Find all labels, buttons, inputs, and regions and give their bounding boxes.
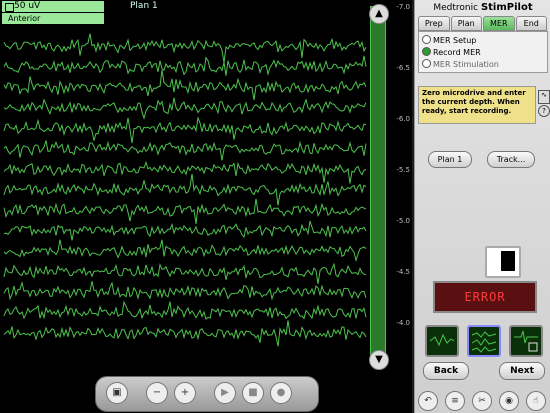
depth-tick: -6.5	[396, 64, 410, 72]
control-panel: Medtronic StimPilot Prep Plan MER End ME…	[414, 0, 550, 413]
playback-controls: ▣ − + ▶ ■ ●	[95, 376, 319, 412]
amplitude-icon	[5, 3, 14, 12]
tab-plan[interactable]: Plan	[450, 16, 482, 31]
spike-view-mode-button[interactable]	[509, 325, 543, 357]
trace-line	[3, 280, 367, 301]
scroll-up-icon[interactable]: ▲	[369, 4, 389, 24]
option-record-mer[interactable]: Record MER	[422, 47, 481, 57]
scroll-down-icon[interactable]: ▼	[369, 350, 389, 370]
multi-trace-icon	[471, 331, 497, 353]
radio-icon	[422, 35, 431, 44]
trace-line	[3, 300, 367, 320]
signal-toggle[interactable]	[485, 246, 521, 278]
trace-line	[3, 33, 367, 63]
trace-line	[3, 70, 367, 101]
radio-selected-icon	[422, 47, 431, 56]
trace-line	[3, 140, 367, 161]
trace-line	[3, 320, 367, 347]
tab-mer[interactable]: MER	[483, 16, 515, 31]
error-indicator: ERROR	[433, 281, 537, 313]
workflow-tabs: Prep Plan MER End	[418, 16, 548, 31]
oscilloscope-display: 50 uV Plan 1 Anterior ▲ ▼ -7.0 -6.5 -6.0…	[0, 0, 412, 374]
track-button[interactable]: Track...	[487, 151, 535, 168]
option-mer-setup[interactable]: MER Setup	[422, 35, 476, 45]
mer-options: MER Setup Record MER MER Stimulation	[418, 31, 548, 73]
spike-view-icon	[514, 330, 538, 352]
trace-line	[3, 116, 367, 143]
single-trace-mode-button[interactable]	[425, 325, 459, 357]
trace-line	[3, 160, 367, 184]
single-trace-icon	[429, 333, 455, 347]
depth-tick: -5.0	[396, 217, 410, 225]
direction-label: Anterior	[2, 13, 104, 24]
trace-line	[3, 97, 367, 120]
signal-traces	[3, 33, 367, 347]
back-button[interactable]: Back	[423, 362, 469, 380]
play-icon[interactable]: ▶	[214, 382, 236, 404]
plan-button[interactable]: Plan 1	[428, 151, 472, 168]
tab-prep[interactable]: Prep	[418, 16, 450, 31]
brand-header: Medtronic StimPilot	[433, 2, 533, 13]
tools-icon[interactable]: ✂	[472, 391, 492, 411]
tool-icon-row: ↶ ≡ ✂ ◉ ☝	[415, 389, 550, 411]
depth-scrollbar[interactable]	[370, 6, 386, 360]
zoom-in-icon[interactable]: +	[174, 382, 196, 404]
save-icon[interactable]: ▣	[106, 382, 128, 404]
waveform-icon[interactable]: ∿	[538, 90, 550, 104]
trace-line	[3, 239, 367, 263]
depth-tick: -6.0	[396, 115, 410, 123]
depth-tick: -5.5	[396, 166, 410, 174]
trace-line	[3, 220, 367, 241]
scale-label: 50 uV	[2, 1, 104, 12]
camera-icon[interactable]: ◉	[499, 391, 519, 411]
pointer-icon[interactable]: ☝	[526, 391, 546, 411]
record-icon[interactable]: ●	[270, 382, 292, 404]
instruction-text: Zero microdrive and enter the current de…	[418, 86, 536, 124]
plan-label: Plan 1	[130, 1, 158, 11]
trace-line	[3, 262, 367, 284]
option-mer-stimulation[interactable]: MER Stimulation	[422, 59, 499, 69]
multi-trace-mode-button[interactable]	[467, 325, 501, 357]
trace-line	[3, 55, 367, 76]
trace-line	[3, 173, 367, 206]
next-button[interactable]: Next	[499, 362, 545, 380]
recording-panel: 50 uV Plan 1 Anterior ▲ ▼ -7.0 -6.5 -6.0…	[0, 0, 412, 413]
depth-tick: -4.5	[396, 268, 410, 276]
trace-line	[3, 198, 367, 225]
undo-icon[interactable]: ↶	[418, 391, 438, 411]
depth-tick: -7.0	[396, 3, 410, 11]
help-icon[interactable]: ?	[538, 105, 550, 117]
tab-end[interactable]: End	[515, 16, 547, 31]
list-icon[interactable]: ≡	[445, 391, 465, 411]
toggle-indicator-icon	[501, 251, 515, 271]
depth-axis: -7.0 -6.5 -6.0 -5.5 -5.0 -4.5 -4.0	[388, 0, 412, 374]
depth-tick: -4.0	[396, 319, 410, 327]
stop-icon[interactable]: ■	[242, 382, 264, 404]
radio-icon	[422, 59, 431, 68]
zoom-out-icon[interactable]: −	[146, 382, 168, 404]
